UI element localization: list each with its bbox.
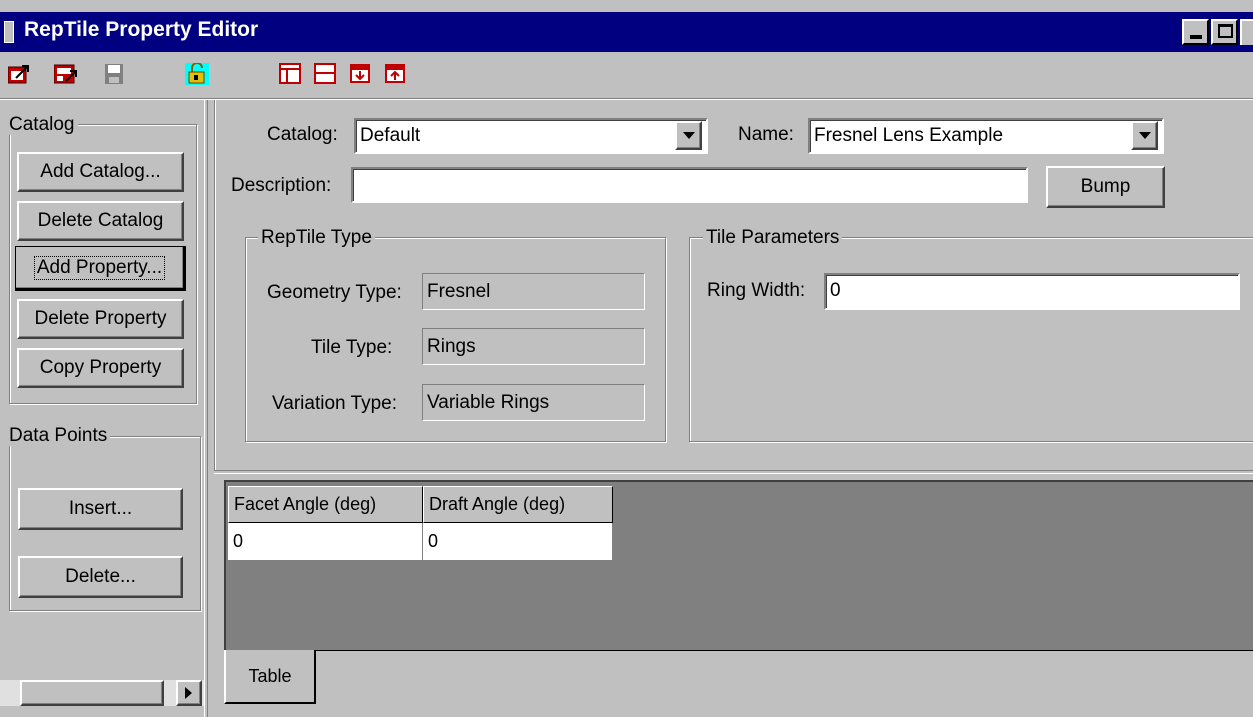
add-catalog-button[interactable]: Add Catalog...: [17, 152, 184, 192]
catalog-dropdown[interactable]: Default: [354, 118, 708, 154]
export-icon[interactable]: [8, 63, 32, 85]
catalog-group-label: Catalog: [6, 115, 78, 135]
data-points-group-label: Data Points: [6, 426, 111, 446]
delete-catalog-button[interactable]: Delete Catalog: [17, 201, 184, 241]
minimize-button[interactable]: [1182, 19, 1209, 45]
maximize-button[interactable]: [1211, 19, 1238, 45]
insert-button[interactable]: Insert...: [18, 488, 183, 530]
delete-property-button[interactable]: Delete Property: [17, 299, 184, 339]
name-label: Name:: [738, 124, 794, 145]
delete-button[interactable]: Delete...: [18, 556, 183, 598]
scroll-right-button[interactable]: [176, 680, 202, 706]
name-value: Fresnel Lens Example: [814, 125, 1004, 146]
copy-property-button[interactable]: Copy Property: [17, 348, 184, 388]
table-cell[interactable]: 0: [423, 523, 613, 561]
save-icon[interactable]: [103, 63, 127, 85]
window-title: RepTile Property Editor: [24, 18, 259, 41]
layout-split-icon[interactable]: [279, 63, 303, 85]
chevron-down-icon: [682, 132, 695, 139]
insert-row-above-icon[interactable]: [384, 63, 408, 85]
geometry-type-field: Fresnel: [422, 273, 645, 310]
description-label: Description:: [231, 175, 332, 196]
lock-icon[interactable]: [185, 63, 209, 85]
tab-table[interactable]: Table: [224, 650, 316, 704]
table-cell[interactable]: 0: [228, 523, 423, 561]
variation-type-field: Variable Rings: [422, 384, 645, 421]
reptile-type-label: RepTile Type: [258, 228, 375, 248]
name-dropdown[interactable]: Fresnel Lens Example: [808, 118, 1164, 154]
tile-type-label: Tile Type:: [311, 337, 393, 358]
maximize-icon: [1218, 24, 1233, 38]
catalog-value: Default: [360, 125, 421, 146]
catalog-label: Catalog:: [267, 124, 338, 145]
description-input[interactable]: [351, 167, 1028, 203]
variation-type-label: Variation Type:: [272, 393, 397, 414]
app-icon[interactable]: [4, 21, 14, 43]
ring-width-label: Ring Width:: [707, 280, 806, 301]
import-icon[interactable]: [54, 63, 78, 85]
add-property-button[interactable]: Add Property...: [15, 246, 186, 291]
close-button[interactable]: [1240, 19, 1253, 45]
panel-divider: [214, 100, 216, 472]
bump-button[interactable]: Bump: [1046, 166, 1165, 208]
tile-parameters-label: Tile Parameters: [703, 228, 843, 248]
name-dropdown-button[interactable]: [1131, 121, 1158, 150]
column-header-draft-angle[interactable]: Draft Angle (deg): [423, 486, 613, 523]
tab-strip: [224, 650, 1253, 717]
splitter-horizontal[interactable]: [214, 470, 1253, 474]
insert-row-below-icon[interactable]: [349, 63, 373, 85]
scrollbar-thumb[interactable]: [20, 680, 164, 706]
column-header-facet-angle[interactable]: Facet Angle (deg): [228, 486, 423, 523]
add-property-label: Add Property...: [33, 255, 166, 280]
geometry-type-label: Geometry Type:: [267, 282, 402, 303]
ring-width-input[interactable]: 0: [824, 273, 1240, 310]
layout-horizontal-icon[interactable]: [314, 63, 338, 85]
toolbar-divider: [0, 98, 1253, 100]
minimize-icon: [1190, 35, 1202, 39]
splitter-vertical[interactable]: [204, 100, 208, 717]
tile-type-field: Rings: [422, 328, 645, 365]
arrow-right-icon: [185, 687, 192, 699]
tile-parameters-group: [689, 237, 1253, 442]
catalog-dropdown-button[interactable]: [675, 121, 702, 150]
chevron-down-icon: [1138, 132, 1151, 139]
